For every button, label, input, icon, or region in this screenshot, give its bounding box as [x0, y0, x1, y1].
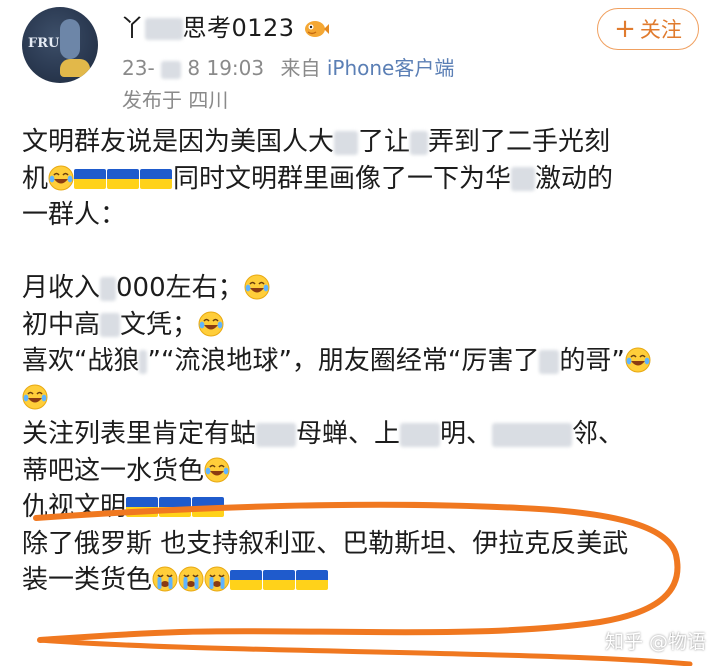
timestamp-prefix: 23- — [122, 56, 155, 80]
text-fragment: 文凭； — [120, 309, 199, 340]
text-fragment: 初中高 — [22, 309, 101, 340]
ukraine-flag-emoji — [159, 497, 192, 517]
text-fragment: 母蝉、上 — [296, 419, 401, 449]
plus-icon: + — [614, 14, 636, 44]
post-meta: 23- 8 19:03 来自 iPhone客户端 — [122, 52, 454, 81]
text-fragment: 球”，朋友圈经常“厉害了 — [252, 346, 540, 376]
laugh-cry-emoji — [198, 311, 224, 337]
post-location: 发布于 四川 — [122, 88, 229, 112]
text-fragment: 装一类货色 — [22, 565, 153, 595]
watermark: 知乎 @物语 — [604, 631, 706, 653]
ukraine-flag-emoji — [140, 168, 173, 189]
text-fragment: 机 — [22, 163, 49, 194]
blurred-region — [144, 18, 183, 40]
laugh-cry-emoji — [204, 457, 230, 483]
post-line: 机 同时文明群里画像了一下为华 激动的 — [22, 161, 712, 198]
text-fragment: 蒂吧这一水货色 — [22, 455, 205, 486]
ukraine-flag-emoji — [126, 497, 159, 517]
text-fragment: 喜欢“战狼 — [22, 346, 140, 376]
ukraine-flag-emoji — [107, 168, 140, 189]
post-line: 蒂吧这一水货色 — [22, 453, 712, 490]
laugh-cry-emoji — [244, 274, 270, 300]
post-body: 文明群友说是因为美国人大 了让 弄到了二手光刻 机同时文明群里画像了一下为华 激动的 … — [22, 124, 712, 599]
post-line: 喜欢“战狼 ”“流浪地球”，朋友圈经常“厉害了 的哥” — [22, 343, 712, 380]
post-line: 仇视文明 — [22, 489, 712, 526]
text-fragment: 同时文明群里画像了一下为华 — [173, 163, 512, 194]
text-fragment: ”“流浪地 — [147, 346, 253, 376]
follow-button[interactable]: + 关注 — [597, 8, 699, 50]
blurred-region — [161, 60, 182, 79]
blurred-region — [400, 422, 441, 447]
text-fragment: 弄到了二手光刻 — [428, 127, 611, 157]
pufferfish-badge-icon — [304, 21, 329, 37]
post-line: 关注列表里肯定有蛄 母蝉、上 明、 邻、 — [22, 416, 712, 453]
post-line: 装一类货色 — [22, 562, 712, 599]
crying-emoji — [178, 566, 204, 592]
post-line: 初中高 文凭； — [22, 307, 712, 344]
text-fragment: 关注列表里肯定有蛄 — [22, 419, 257, 449]
blurred-region — [139, 349, 148, 374]
follow-label: 关注 — [639, 18, 682, 42]
blurred-region — [410, 130, 429, 155]
text-fragment: 仇视文明 — [22, 492, 127, 522]
timestamp-suffix: 8 19:03 — [187, 56, 265, 80]
avatar-figure — [60, 19, 80, 59]
user-avatar[interactable]: FRU — [22, 7, 98, 83]
ukraine-flag-emoji — [74, 168, 107, 189]
ukraine-flag-emoji — [230, 570, 263, 590]
blurred-region — [100, 276, 117, 301]
text-fragment: 月收入 — [22, 273, 101, 303]
blurred-region — [256, 422, 297, 447]
laugh-cry-emoji — [22, 384, 48, 410]
blurred-region — [100, 313, 121, 337]
avatar-text: FRU — [28, 36, 60, 51]
text-fragment: 邻、 — [572, 419, 625, 449]
ukraine-flag-emoji — [192, 497, 225, 517]
blurred-region — [539, 349, 560, 374]
blurred-region — [334, 130, 359, 155]
laugh-cry-emoji — [48, 165, 74, 191]
text-fragment: 000左右； — [116, 273, 244, 303]
post-line: 月收入 000左右； — [22, 270, 712, 307]
username[interactable]: 丫 思考0123 — [120, 8, 329, 43]
text-fragment: 激动的 — [535, 163, 614, 194]
ukraine-flag-emoji — [263, 570, 296, 590]
ukraine-flag-emoji — [296, 570, 329, 590]
username-suffix: 思考0123 — [182, 14, 295, 42]
blurred-region — [492, 422, 573, 447]
source-prefix: 来自 — [280, 56, 321, 80]
username-prefix: 丫 — [120, 14, 145, 42]
post-line: 文明群友说是因为美国人大 了让 弄到了二手光刻 — [22, 124, 712, 161]
source-device[interactable]: iPhone客户端 — [327, 56, 455, 80]
laugh-cry-emoji — [625, 347, 651, 373]
post-line: 除了俄罗斯 也支持叙利亚、巴勒斯坦、伊拉克反美武 — [22, 528, 629, 559]
text-fragment: 了让 — [358, 127, 411, 157]
text-fragment: 的哥” — [559, 346, 625, 376]
blurred-region — [511, 167, 536, 191]
post-line — [22, 380, 712, 417]
crying-emoji — [204, 566, 230, 592]
post-line: 一群人： — [22, 200, 127, 230]
avatar-highlight — [60, 59, 90, 77]
text-fragment: 文明群友说是因为美国人大 — [22, 127, 335, 157]
text-fragment: 明、 — [440, 419, 493, 449]
crying-emoji — [152, 566, 178, 592]
